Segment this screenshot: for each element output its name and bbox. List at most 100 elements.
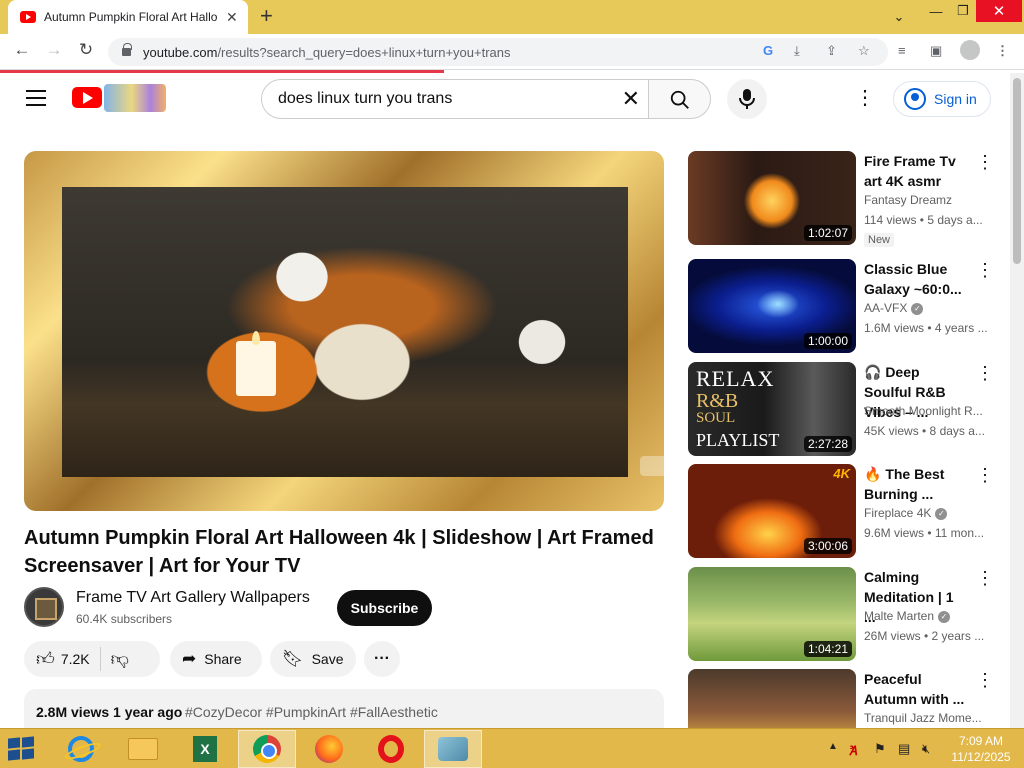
reading-list-icon[interactable]: ≡ [898,43,906,58]
share-button[interactable]: ➦ Share [170,641,262,677]
channel-avatar[interactable] [24,587,64,627]
bookmark-icon: 🔖︎ [282,649,304,668]
recommendation-channel[interactable]: Fantasy Dreamz [864,193,988,207]
duration-badge: 2:27:28 [803,436,852,452]
recommendation-channel-name: AA-VFX [864,301,908,315]
tab-title: Autumn Pumpkin Floral Art Hallo [44,10,218,24]
new-tab-button[interactable]: + [260,4,273,28]
video-thumbnail[interactable]: 4K 3:00:06 [688,464,856,558]
show-hidden-icons-chevron-icon[interactable]: ▲ [828,741,838,752]
file-explorer-icon[interactable] [114,730,172,768]
recommendation-card[interactable]: 1:00:00 Classic Blue Galaxy ~60:0... AA-VF… [688,259,998,355]
sign-in-label: Sign in [934,91,977,107]
search-input[interactable]: does linux turn you trans ✕ [261,79,649,119]
more-actions-button[interactable]: ··· [364,641,400,677]
recommendation-channel[interactable]: Smooth Moonlight R... [864,404,988,418]
video-thumbnail[interactable]: RELAX R&B SOUL PLAYLIST 2:27:28 [688,362,856,456]
video-frame-artwork [62,187,628,477]
recommendation-channel[interactable]: Malte Marten ✓ [864,609,988,623]
channel-watermark-icon[interactable] [640,456,664,476]
antivirus-tray-icon[interactable]: Ꞻ [850,741,857,759]
hashtags[interactable]: #CozyDecor #PumpkinArt #FallAesthetic [185,704,438,720]
back-arrow-icon[interactable]: ← [10,40,34,60]
recommendation-channel[interactable]: AA-VFX ✓ [864,301,988,315]
scrollbar-thumb[interactable] [1013,78,1021,264]
window-minimize-button[interactable]: — [920,0,952,22]
recommendation-card[interactable]: 1:02:07 Fire Frame Tv art 4K asmr Fantasy … [688,151,998,247]
channel-name[interactable]: Frame TV Art Gallery Wallpapers [76,589,310,607]
recommendation-more-icon[interactable]: ⋮ [976,153,994,171]
recommendation-card[interactable]: RELAX R&B SOUL PLAYLIST 2:27:28 🎧 Deep Soulfu… [688,362,998,458]
internet-explorer-icon[interactable] [52,730,110,768]
video-player[interactable] [24,151,664,511]
recommendation-more-icon[interactable]: ⋮ [976,261,994,279]
share-label: Share [204,651,242,667]
verified-check-icon: ✓ [935,507,948,520]
recommendation-meta: 45K views • 8 days a... [864,424,985,438]
profile-avatar-icon[interactable] [960,40,980,60]
duration-badge: 1:02:07 [803,225,852,241]
side-panel-icon[interactable]: ▣ [930,43,942,59]
recommendation-title[interactable]: Fire Frame Tv art 4K asmr [864,151,968,191]
save-button[interactable]: 🔖︎ Save [270,641,356,677]
clear-search-icon[interactable]: ✕ [622,86,640,112]
opera-icon[interactable] [362,730,420,768]
video-thumbnail[interactable]: 1:00:00 [688,259,856,353]
volume-muted-icon[interactable]: 🔇︎ [922,741,930,757]
thumbnail-text: 4K [833,466,850,481]
recommendation-title[interactable]: 🔥 The Best Burning ... [864,464,968,504]
recommendation-title[interactable]: Classic Blue Galaxy ~60:0... [864,259,968,299]
browser-tab[interactable]: Autumn Pumpkin Floral Art Hallo ✕ [8,0,248,34]
like-count[interactable]: 7.2K [61,651,90,667]
video-thumbnail[interactable]: 1:04:21 [688,567,856,661]
system-clock[interactable]: 7:09 AM 11/12/2025 [946,733,1016,765]
recommendation-card[interactable]: 4K 3:00:06 🔥 The Best Burning ... Fireplace… [688,464,998,560]
firefox-icon[interactable] [300,730,358,768]
network-tray-icon[interactable]: ▤ [898,741,910,757]
action-center-flag-icon[interactable]: ⚑ [874,741,886,757]
lock-icon [122,43,132,56]
thumbs-up-icon[interactable]: 👍︎ [36,648,55,670]
window-restore-button[interactable]: ❐ [950,0,976,22]
reload-icon[interactable]: ↻ [74,40,98,60]
video-thumbnail[interactable]: 1:02:07 [688,151,856,245]
bookmark-star-icon[interactable]: ☆ [858,43,870,59]
google-lens-icon[interactable]: G [763,43,773,58]
tab-search-chevron-icon[interactable]: ⌄ [888,6,910,28]
clock-date: 11/12/2025 [951,750,1011,764]
forward-arrow-icon[interactable]: → [42,40,66,60]
install-app-icon[interactable]: ⤓ [794,43,800,59]
recommendation-channel-name: Malte Marten [864,609,935,623]
hamburger-menu-icon[interactable] [26,90,46,106]
recommendation-card[interactable]: 1:04:21 Calming Meditation | 1 ... Malte M… [688,567,998,663]
recommendation-channel-name: Smooth Moonlight R... [864,404,983,418]
excel-icon[interactable]: X [176,730,234,768]
recommendation-more-icon[interactable]: ⋮ [976,671,994,689]
duration-badge: 1:04:21 [803,641,852,657]
window-close-button[interactable]: ✕ [976,0,1022,22]
sign-in-button[interactable]: Sign in [893,81,991,117]
misc-app-icon[interactable] [424,730,482,768]
browser-menu-icon[interactable]: ⋮ [996,43,1009,59]
share-page-icon[interactable]: ⇪ [826,43,837,59]
recommendation-more-icon[interactable]: ⋮ [976,466,994,484]
recommendation-channel[interactable]: Tranquil Jazz Mome... [864,711,988,725]
windows-start-icon[interactable] [8,736,36,762]
subscribe-button[interactable]: Subscribe [337,590,432,626]
youtube-doodle-logo[interactable] [104,84,166,112]
youtube-logo-icon[interactable] [72,87,102,108]
recommendation-more-icon[interactable]: ⋮ [976,364,994,382]
recommendation-more-icon[interactable]: ⋮ [976,569,994,587]
windows-taskbar: X ▲ Ꞻ ⚑ ▤ 🔇︎ 7:09 AM 11/12/2025 [0,728,1024,768]
tab-close-icon[interactable]: ✕ [226,9,238,26]
like-divider [99,647,101,671]
chrome-icon[interactable] [238,730,296,768]
search-button[interactable] [648,79,711,119]
voice-search-button[interactable] [727,79,767,119]
search-icon [670,90,689,109]
thumbnail-text: SOUL [696,410,736,426]
recommendation-title[interactable]: Peaceful Autumn with ... [864,669,968,709]
recommendation-channel[interactable]: Fireplace 4K ✓ [864,506,988,520]
thumbs-down-icon[interactable]: 👎︎ [111,648,129,670]
settings-more-icon[interactable]: ⋮ [855,88,875,108]
